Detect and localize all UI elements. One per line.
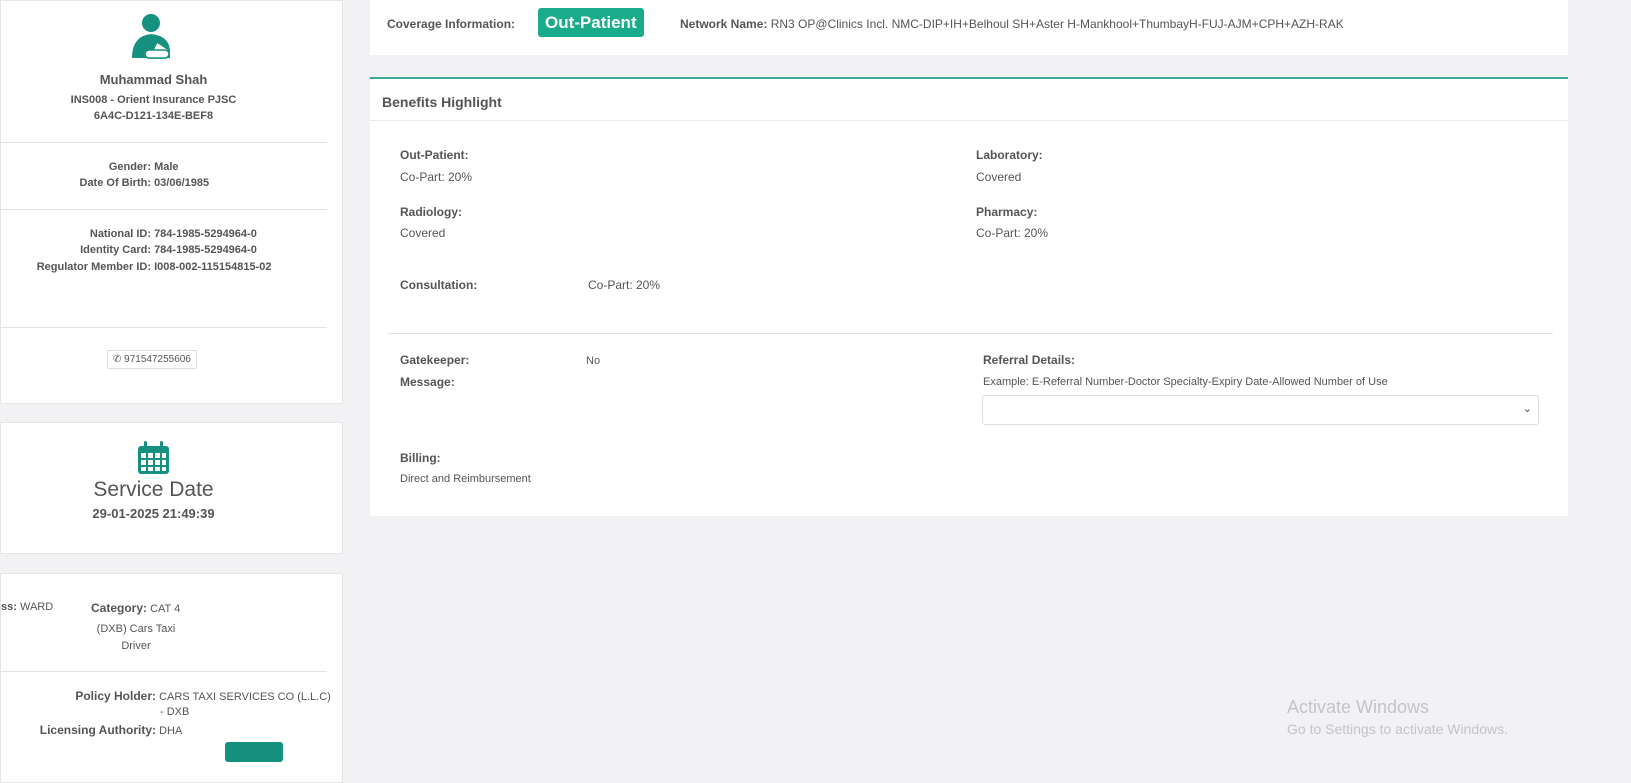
gatekeeper-label: Gatekeeper:: [400, 353, 470, 367]
occupation-line1: (DXB) Cars Taxi: [96, 623, 176, 635]
benefits-panel: Benefits Highlight Out-Patient: Co-Part:…: [370, 77, 1568, 516]
patient-card: Muhammad Shah INS008 - Orient Insurance …: [0, 0, 343, 404]
pharmacy-label: Pharmacy:: [976, 205, 1038, 219]
consultation-value: Co-Part: 20%: [588, 278, 661, 292]
service-datetime: 29-01-2025 21:49:39: [92, 506, 215, 521]
identity-card-value: 784-1985-5294964-0: [154, 244, 257, 256]
network-value: RN3 OP@Clinics Incl. NMC-DIP+IH+Belhoul …: [770, 17, 1344, 31]
activate-windows-title: Activate Windows: [1287, 697, 1430, 717]
gender-value: Male: [154, 161, 179, 173]
category-value: CAT 4: [150, 603, 181, 615]
phone-icon: ✆: [113, 354, 122, 365]
billing-value: Direct and Reimbursement: [400, 473, 531, 485]
policy-card: ss: WARD Category: CAT 4 (DXB) Cars Taxi…: [0, 573, 343, 783]
coverage-label: Coverage Information:: [387, 17, 516, 31]
phone-number: 971547255606: [124, 354, 191, 365]
referral-example: Example: E-Referral Number-Doctor Specia…: [983, 376, 1388, 388]
referral-label: Referral Details:: [983, 353, 1076, 367]
consultation-label: Consultation:: [400, 278, 478, 292]
card-id: 6A4C-D121-134E-BEF8: [93, 110, 214, 122]
referral-select[interactable]: ⌄: [982, 395, 1539, 425]
coverage-badge: Out-Patient: [538, 8, 644, 37]
activate-windows-subtitle: Go to Settings to activate Windows.: [1287, 721, 1508, 737]
insurer: INS008 - Orient Insurance PJSC: [70, 94, 237, 106]
dob-value: 03/06/1985: [154, 177, 210, 189]
action-button[interactable]: [225, 742, 283, 762]
coverage-bar: Coverage Information: Out-Patient Networ…: [370, 0, 1568, 55]
laboratory-value: Covered: [976, 170, 1022, 184]
message-label: Message:: [400, 375, 455, 389]
billing-label: Billing:: [400, 451, 441, 465]
national-id-label: National ID:: [89, 228, 151, 240]
category-label: Category:: [91, 601, 148, 615]
network-label: Network Name:: [680, 17, 768, 31]
class-label: ss:: [1, 601, 17, 613]
occupation-line2: Driver: [121, 640, 151, 652]
patient-name: Muhammad Shah: [99, 72, 208, 87]
gatekeeper-value: No: [586, 355, 601, 367]
identity-card-label: Identity Card:: [80, 244, 151, 256]
pharmacy-value: Co-Part: 20%: [976, 226, 1049, 240]
policy-holder-label: Policy Holder:: [75, 689, 156, 703]
policy-holder-value-line2: - DXB: [160, 706, 190, 718]
gender-label: Gender:: [108, 161, 151, 173]
chevron-down-icon: ⌄: [1522, 403, 1532, 415]
phone-button[interactable]: ✆ 971547255606: [107, 350, 197, 369]
policy-holder-value: CARS TAXI SERVICES CO (L.L.C): [159, 691, 331, 703]
service-date-title: Service Date: [93, 478, 214, 501]
laboratory-label: Laboratory:: [976, 148, 1043, 162]
licensing-authority-value: DHA: [159, 725, 183, 737]
service-date-card: Service Date 29-01-2025 21:49:39: [0, 422, 343, 554]
outpatient-value: Co-Part: 20%: [400, 170, 473, 184]
benefits-title: Benefits Highlight: [382, 94, 502, 110]
class-value: WARD: [19, 601, 54, 613]
outpatient-label: Out-Patient:: [400, 148, 469, 162]
regulator-id-label: Regulator Member ID:: [36, 261, 151, 273]
calendar-icon: [138, 441, 169, 474]
dob-label: Date Of Birth:: [79, 177, 152, 189]
regulator-id-value: I008-002-115154815-02: [154, 261, 272, 273]
licensing-authority-label: Licensing Authority:: [39, 723, 156, 737]
radiology-label: Radiology:: [400, 205, 462, 219]
national-id-value: 784-1985-5294964-0: [154, 228, 257, 240]
patient-avatar-icon: [132, 14, 170, 59]
radiology-value: Covered: [400, 226, 446, 240]
